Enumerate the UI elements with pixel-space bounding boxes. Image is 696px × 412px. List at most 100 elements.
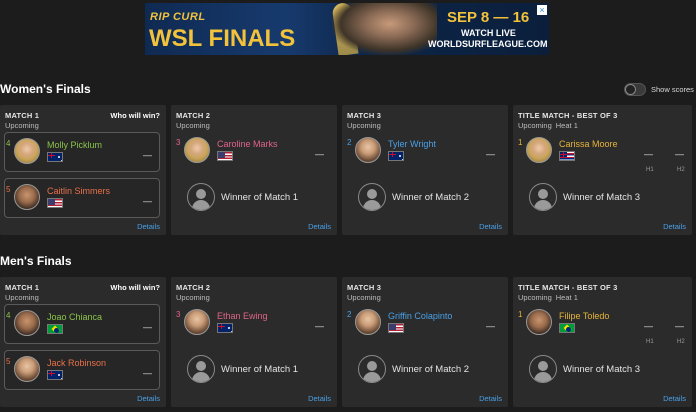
show-scores-label: Show scores	[651, 85, 694, 94]
heat-label: Heat 1	[555, 121, 578, 130]
details-link[interactable]: Details	[479, 394, 502, 403]
womens-finals-title: Women's Finals	[0, 82, 91, 96]
athlete-avatar	[184, 137, 210, 163]
seed-number: 4	[6, 311, 11, 320]
seed-number: 2	[347, 310, 352, 319]
match-status: Upcoming	[347, 293, 381, 302]
heat-1-score: —	[644, 321, 653, 331]
heat-1-score: —	[644, 149, 653, 159]
match-status: Upcoming	[347, 121, 381, 130]
heat-2-score: —	[675, 149, 684, 159]
heat-2-score: —	[675, 321, 684, 331]
athlete-avatar	[184, 309, 210, 335]
athlete-name: Ethan Ewing	[217, 311, 268, 321]
score: —	[315, 321, 324, 331]
details-link[interactable]: Details	[308, 394, 331, 403]
athlete-avatar	[14, 184, 40, 210]
score: —	[486, 321, 495, 331]
pick-molly-picklum[interactable]: 4 Molly Picklum —	[4, 132, 160, 172]
score: —	[143, 322, 152, 332]
banner-dates: SEP 8 — 16	[447, 9, 530, 26]
match-heading: TITLE MATCH - BEST OF 3	[518, 111, 618, 120]
surfer-photo	[332, 3, 437, 55]
ripcurl-brand: RIP CURL	[150, 11, 206, 23]
match-status: Upcoming	[5, 121, 39, 130]
placeholder-avatar-icon	[187, 355, 215, 383]
match-status: Upcoming	[176, 121, 210, 130]
placeholder-avatar-icon	[358, 183, 386, 211]
match-status: Upcoming	[5, 293, 39, 302]
match-heading: MATCH 1	[5, 283, 40, 292]
seed-number: 4	[6, 139, 11, 148]
match-heading: MATCH 3	[347, 283, 382, 292]
seed-number: 1	[518, 138, 523, 147]
pick-caitlin-simmers[interactable]: 5 Caitlin Simmers —	[4, 178, 160, 218]
pick-jack-robinson[interactable]: 5 Jack Robinson —	[4, 350, 160, 390]
show-scores-toggle-group[interactable]: Show scores	[624, 83, 694, 96]
winner-placeholder: Winner of Match 1	[221, 364, 299, 375]
who-will-win-label: Who will win?	[110, 283, 160, 292]
athlete-name: Filipe Toledo	[559, 311, 610, 321]
details-link[interactable]: Details	[663, 222, 686, 231]
athlete-avatar	[526, 137, 552, 163]
brazil-flag-icon	[559, 323, 575, 333]
score: —	[315, 149, 324, 159]
h1-label: H1	[646, 167, 654, 173]
seed-number: 5	[6, 357, 11, 366]
athlete-avatar	[14, 138, 40, 164]
athlete-name: Carissa Moore	[559, 139, 618, 149]
score: —	[143, 150, 152, 160]
details-link[interactable]: Details	[308, 222, 331, 231]
australia-flag-icon	[388, 151, 404, 161]
mens-finals-title: Men's Finals	[0, 254, 72, 268]
close-ad-icon[interactable]: ×	[537, 5, 547, 15]
australia-flag-icon	[47, 152, 63, 162]
h1-label: H1	[646, 339, 654, 345]
show-scores-toggle[interactable]	[624, 83, 646, 96]
match-status: Upcoming Heat 1	[518, 293, 578, 302]
athlete-name: Jack Robinson	[47, 358, 107, 368]
brazil-flag-icon	[47, 324, 63, 334]
match-heading: MATCH 2	[176, 111, 211, 120]
placeholder-avatar-icon	[187, 183, 215, 211]
womens-match-1-card: MATCH 1 Upcoming Who will win? 4 Molly P…	[0, 105, 166, 235]
pick-joao-chianca[interactable]: 4 Joao Chianca —	[4, 304, 160, 344]
h2-label: H2	[677, 167, 685, 173]
toggle-knob	[625, 84, 636, 95]
winner-placeholder: Winner of Match 2	[392, 364, 470, 375]
score: —	[143, 368, 152, 378]
usa-flag-icon	[47, 198, 63, 208]
heat-label: Heat 1	[555, 293, 578, 302]
mens-match-1-card: MATCH 1 Upcoming Who will win? 4 Joao Ch…	[0, 277, 166, 407]
athlete-avatar	[14, 356, 40, 382]
match-status: Upcoming Heat 1	[518, 121, 578, 130]
athlete-avatar	[355, 309, 381, 335]
usa-flag-icon	[388, 323, 404, 333]
mens-match-3-card: MATCH 3 Upcoming 2 Griffin Colapinto — W…	[342, 277, 508, 407]
mens-title-match-card: TITLE MATCH - BEST OF 3 Upcoming Heat 1 1…	[513, 277, 692, 407]
who-will-win-label: Who will win?	[110, 111, 160, 120]
womens-match-3-card: MATCH 3 Upcoming 2 Tyler Wright — Winner…	[342, 105, 508, 235]
athlete-name: Molly Picklum	[47, 140, 103, 150]
placeholder-avatar-icon	[529, 183, 557, 211]
seed-number: 3	[176, 138, 181, 147]
score: —	[143, 196, 152, 206]
details-link[interactable]: Details	[663, 394, 686, 403]
seed-number: 1	[518, 310, 523, 319]
match-heading: MATCH 3	[347, 111, 382, 120]
seed-number: 3	[176, 310, 181, 319]
athlete-name: Griffin Colapinto	[388, 311, 453, 321]
wsl-finals-banner-ad[interactable]: RIP CURL WSL FINALS SEP 8 — 16 WATCH LIV…	[145, 3, 549, 55]
usa-flag-icon	[217, 151, 233, 161]
athlete-avatar	[14, 310, 40, 336]
details-link[interactable]: Details	[479, 222, 502, 231]
details-link[interactable]: Details	[137, 222, 160, 231]
details-link[interactable]: Details	[137, 394, 160, 403]
australia-flag-icon	[47, 370, 63, 380]
winner-placeholder: Winner of Match 1	[221, 192, 299, 203]
australia-flag-icon	[217, 323, 233, 333]
athlete-name: Tyler Wright	[388, 139, 436, 149]
banner-watch-live: WATCH LIVE	[461, 28, 516, 38]
winner-placeholder: Winner of Match 2	[392, 192, 470, 203]
h2-label: H2	[677, 339, 685, 345]
